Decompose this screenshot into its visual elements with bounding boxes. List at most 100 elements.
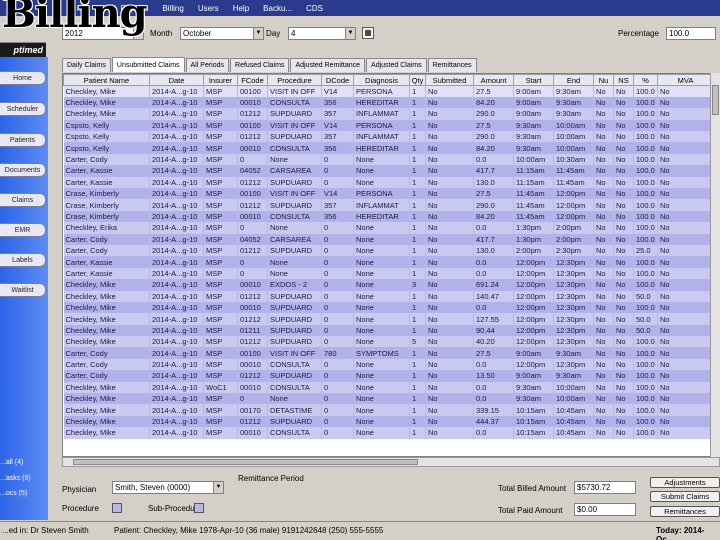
column-header-patient-name[interactable]: Patient Name bbox=[63, 74, 150, 86]
table-row[interactable]: Checkley, Mike 2014-A...g-10 MSP 00010 EXDOS… bbox=[63, 279, 714, 291]
table-cell: No bbox=[425, 85, 474, 97]
table-cell: No bbox=[657, 393, 714, 405]
column-header-end[interactable]: End bbox=[553, 74, 594, 86]
sidebar-stat-1[interactable]: ...asks (9) bbox=[0, 475, 31, 482]
table-cell: 1 bbox=[409, 415, 426, 428]
sidebar-stat-2[interactable]: ...ocs (5) bbox=[0, 490, 27, 497]
table-row[interactable]: Carter, Cody 2014-A...g-10 MSP 04052 CARSARE… bbox=[63, 233, 714, 245]
table-row[interactable]: Crase, Kimberly 2014-A...g-10 MSP 00100 VISI… bbox=[63, 188, 714, 200]
column-header-ns[interactable]: NS bbox=[613, 74, 634, 86]
table-row[interactable]: Carter, Cody 2014-A...g-10 MSP 0 None 0 None 1 N… bbox=[63, 153, 714, 166]
sidebar-item-patients[interactable]: Patients bbox=[0, 133, 46, 147]
chevron-down-icon[interactable]: ▼ bbox=[213, 482, 223, 493]
table-cell: 00010 bbox=[237, 96, 268, 109]
sidebar-item-home[interactable]: Home bbox=[0, 71, 46, 85]
subprocedure-checkbox[interactable] bbox=[194, 503, 204, 513]
sidebar-item-scheduler[interactable]: Scheduler bbox=[0, 102, 46, 116]
column-header-diagnosis[interactable]: Diagnosis bbox=[353, 74, 410, 86]
table-row[interactable]: Crase, Kimberly 2014-A...g-10 MSP 01212 SUPD… bbox=[63, 199, 714, 211]
menu-item-7[interactable]: CDS bbox=[306, 4, 323, 13]
table-row[interactable]: Checkley, Erika 2014-A...g-10 MSP 0 None 0 Non… bbox=[63, 222, 714, 234]
table-row[interactable]: Checkley, Mike 2014-A...g-10 MSP 00010 CONSU… bbox=[63, 96, 714, 109]
chevron-down-icon[interactable]: ▼ bbox=[253, 28, 263, 39]
menu-item-6[interactable]: Backu... bbox=[263, 4, 292, 13]
table-cell: No bbox=[425, 279, 474, 291]
column-header-mva[interactable]: MVA bbox=[657, 74, 714, 86]
table-row[interactable]: Carter, Cody 2014-A...g-10 MSP 01212 SUPDUAR… bbox=[63, 370, 714, 382]
table-row[interactable]: Checkley, Mike 2014-A...g-10 MSP 01212 SUPDU… bbox=[63, 313, 714, 325]
column-header-amount[interactable]: Amount bbox=[473, 74, 514, 86]
submit-claims-button[interactable]: Submit Claims bbox=[650, 491, 720, 502]
table-cell: No bbox=[425, 153, 474, 166]
table-cell: EXDOS - 2 bbox=[267, 279, 322, 291]
adjustments-button[interactable]: Adjustments bbox=[650, 477, 720, 488]
column-header-qty[interactable]: Qty bbox=[409, 74, 426, 86]
table-row[interactable]: Carter, Kassie 2014-A...g-10 MSP 04052 CARSA… bbox=[63, 165, 714, 177]
menu-item-5[interactable]: Help bbox=[233, 4, 249, 13]
column-header-[interactable]: % bbox=[633, 74, 658, 86]
day-select[interactable]: 4 ▼ bbox=[288, 27, 356, 40]
vertical-scrollbar[interactable] bbox=[710, 73, 720, 457]
table-row[interactable]: Carter, Kassie 2014-A...g-10 MSP 0 None 0 None… bbox=[63, 267, 714, 280]
remittances-button[interactable]: Remittances bbox=[650, 506, 720, 517]
tab-remittances[interactable]: Remittances bbox=[427, 58, 477, 72]
column-header-submitted[interactable]: Submitted bbox=[425, 74, 474, 86]
scroll-thumb[interactable] bbox=[712, 85, 719, 115]
horizontal-scrollbar[interactable] bbox=[62, 457, 720, 467]
calendar-icon[interactable]: ▦ bbox=[362, 27, 374, 39]
column-header-dcode[interactable]: DCode bbox=[321, 74, 354, 86]
column-header-insurer[interactable]: Insurer bbox=[203, 74, 238, 86]
table-row[interactable]: Carter, Kassie 2014-A...g-10 MSP 01212 SUPDU… bbox=[63, 176, 714, 189]
table-row[interactable]: Checkley, Mike 2014-A...g-10 MSP 00010 SUPDU… bbox=[63, 301, 714, 314]
table-row[interactable]: Carter, Cody 2014-A...g-10 MSP 01212 SUPDUAR… bbox=[63, 244, 714, 257]
sidebar-item-emr[interactable]: EMR bbox=[0, 223, 46, 237]
tab-adjusted-remittance[interactable]: Adjusted Remittance bbox=[290, 58, 366, 72]
table-row[interactable]: Cspsto, Kelly 2014-A...g-10 MSP 00010 CONSUL… bbox=[63, 142, 714, 154]
sidebar-item-documents[interactable]: Documents bbox=[0, 163, 46, 177]
table-row[interactable]: Cspsto, Kelly 2014-A...g-10 MSP 01212 SUPDUA… bbox=[63, 131, 714, 143]
chevron-down-icon[interactable]: ▼ bbox=[345, 28, 355, 39]
table-row[interactable]: Carter, Cody 2014-A...g-10 MSP 00010 CONSULT… bbox=[63, 358, 714, 371]
table-row[interactable]: Cspsto, Kelly 2014-A...g-10 MSP 00100 VISIT … bbox=[63, 119, 714, 132]
table-row[interactable]: Checkley, Mike 2014-A...g-10 MSP 01212 SUPDU… bbox=[63, 290, 714, 302]
month-select[interactable]: October ▼ bbox=[180, 27, 264, 40]
table-row[interactable]: Checkley, Mike 2014-A...g-10 WoC1 00010 CONS… bbox=[63, 381, 714, 394]
table-row[interactable]: Checkley, Mike 2014-A...g-10 MSP 01211 SUPDU… bbox=[63, 324, 714, 337]
percentage-input[interactable]: 100.0 bbox=[666, 27, 716, 40]
table-row[interactable]: Checkley, Mike 2014-A...g-10 MSP 00100 VISIT… bbox=[63, 85, 714, 97]
table-cell: MSP bbox=[203, 358, 238, 371]
table-row[interactable]: Checkley, Mike 2014-A...g-10 MSP 0 None 0 None… bbox=[63, 393, 714, 405]
table-row[interactable]: Crase, Kimberly 2014-A...g-10 MSP 00010 CONS… bbox=[63, 210, 714, 223]
column-header-procedure[interactable]: Procedure bbox=[267, 74, 322, 86]
physician-select[interactable]: Smith, Steven (0000) ▼ bbox=[112, 481, 224, 494]
tab-daily-claims[interactable]: Daily Claims bbox=[62, 58, 111, 72]
table-row[interactable]: Carter, Kassie 2014-A...g-10 MSP 0 None 0 None… bbox=[63, 256, 714, 268]
menu-item-4[interactable]: Users bbox=[198, 4, 219, 13]
sidebar-item-labels[interactable]: Labels bbox=[0, 253, 46, 267]
table-row[interactable]: Checkley, Mike 2014-A...g-10 MSP 00170 DETAS… bbox=[63, 404, 714, 416]
table-row[interactable]: Checkley, Mike 2014-A...g-10 MSP 01212 SUPDU… bbox=[63, 108, 714, 120]
scroll-thumb[interactable] bbox=[73, 459, 418, 465]
table-cell: 0.0 bbox=[473, 393, 514, 405]
menu-item-3[interactable]: Billing bbox=[162, 4, 183, 13]
table-row[interactable]: Checkley, Mike 2014-A...g-10 MSP 00010 CONSU… bbox=[63, 427, 714, 439]
table-cell: No bbox=[613, 108, 634, 120]
table-row[interactable]: Carter, Cody 2014-A...g-10 MSP 00100 VISIT I… bbox=[63, 347, 714, 359]
column-header-start[interactable]: Start bbox=[513, 74, 554, 86]
tab-unsubmitted-claims[interactable]: Unsubmitted Claims bbox=[111, 57, 185, 72]
tab-refused-claims[interactable]: Refused Claims bbox=[230, 58, 290, 72]
procedure-checkbox[interactable] bbox=[112, 503, 122, 513]
sidebar-item-claims[interactable]: Claims bbox=[0, 193, 46, 207]
tab-adjusted-claims[interactable]: Adjusted Claims bbox=[366, 58, 427, 72]
table-cell: 10:00am bbox=[553, 142, 594, 154]
column-header-fcode[interactable]: FCode bbox=[237, 74, 268, 86]
table-row[interactable]: Checkley, Mike 2014-A...g-10 MSP 01212 SUPDU… bbox=[63, 336, 714, 348]
table-row[interactable]: Checkley, Mike 2014-A...g-10 MSP 01212 SUPDU… bbox=[63, 415, 714, 428]
column-header-nu[interactable]: Nu bbox=[593, 74, 614, 86]
sidebar-item-waitlist[interactable]: Waitlist bbox=[0, 283, 46, 297]
table-cell: Checkley, Mike bbox=[63, 290, 150, 302]
tab-all-periods[interactable]: All Periods bbox=[185, 58, 230, 72]
table-cell: 0 bbox=[321, 301, 354, 314]
column-header-date[interactable]: Date bbox=[149, 74, 204, 86]
sidebar-stat-0[interactable]: ...all (4) bbox=[0, 459, 23, 466]
